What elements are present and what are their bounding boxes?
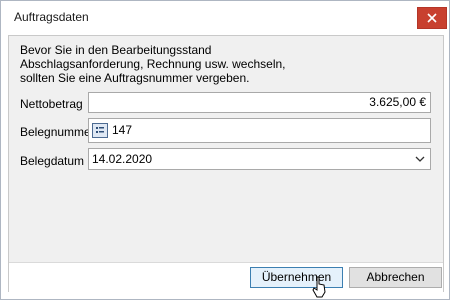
intro-text: Bevor Sie in den Bearbeitungsstand Absch… <box>20 43 286 85</box>
belegnummer-label: Belegnummer <box>20 125 95 139</box>
close-button[interactable] <box>417 7 447 29</box>
nettobetrag-label: Nettobetrag <box>20 97 83 111</box>
chevron-down-icon[interactable] <box>414 153 426 165</box>
nettobetrag-value: 3.625,00 € <box>369 95 426 109</box>
dialog-window: Auftragsdaten Bevor Sie in den Bearbeitu… <box>0 0 450 300</box>
dialog-content: Bevor Sie in den Bearbeitungsstand Absch… <box>8 35 444 292</box>
belegdatum-dropdown[interactable]: 14.02.2020 <box>88 148 431 170</box>
cancel-button[interactable]: Abbrechen <box>349 267 442 288</box>
nettobetrag-field[interactable]: 3.625,00 € <box>88 92 431 113</box>
title-bar[interactable]: Auftragsdaten <box>1 1 449 35</box>
close-icon <box>427 13 437 23</box>
belegnummer-value: 147 <box>112 123 133 137</box>
mouse-cursor-icon <box>312 276 326 298</box>
ok-button[interactable]: Übernehmen <box>250 267 343 288</box>
button-bar: Übernehmen Abbrechen <box>9 262 443 292</box>
window-title: Auftragsdaten <box>14 10 89 24</box>
belegnummer-field[interactable]: 147 <box>88 118 431 143</box>
belegdatum-value: 14.02.2020 <box>92 152 153 166</box>
number-picker-icon[interactable] <box>92 123 108 138</box>
belegdatum-label: Belegdatum <box>20 154 85 168</box>
